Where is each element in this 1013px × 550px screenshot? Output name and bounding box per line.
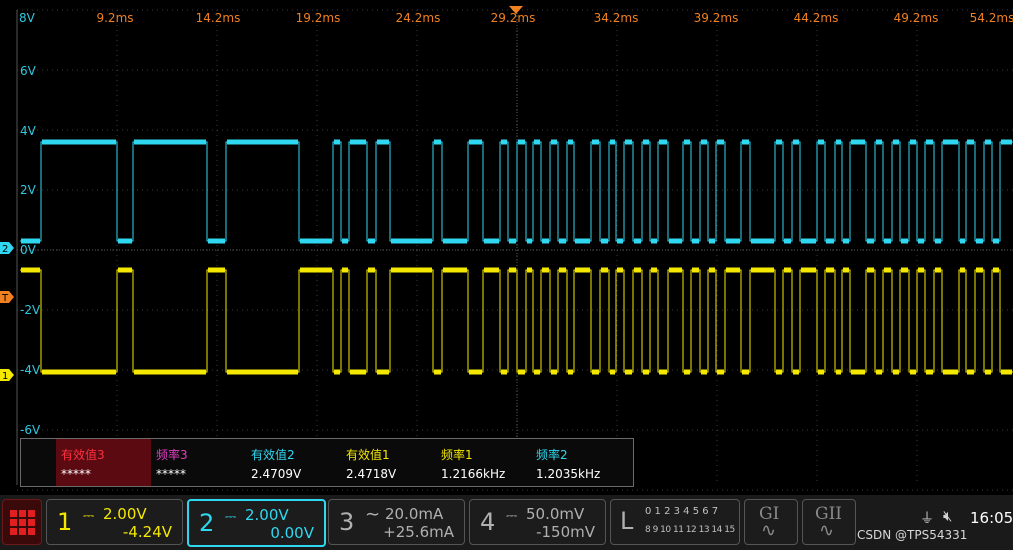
logic-channels-row1: 0 1 2 3 4 5 6 7 xyxy=(645,506,719,517)
channel-scale: 50.0mV xyxy=(526,505,585,523)
voltage-tick-label: -4V xyxy=(20,363,41,377)
channel-1-box[interactable]: 1 ⎓ 2.00V -4.24V xyxy=(46,499,183,545)
measurement-panel[interactable]: 有效值3 ***** 频率3 ***** 有效值2 2.4709V 有效值1 2… xyxy=(20,438,634,487)
time-tick-label: 54.2ms xyxy=(970,11,1013,25)
mute-icon[interactable]: 🔇︎ xyxy=(943,507,952,525)
channel-offset: -150mV xyxy=(536,523,595,541)
voltage-tick-label: -6V xyxy=(20,423,41,437)
measurement-value: 2.4709V xyxy=(251,467,302,481)
measurement-value: 1.2166kHz xyxy=(441,467,506,481)
channel-scale: 2.00V xyxy=(245,506,289,524)
channel-4-box[interactable]: 4 ⎓ 50.0mV -150mV xyxy=(469,499,606,545)
ch2-waveform xyxy=(20,141,1013,242)
voltage-tick-label: 6V xyxy=(20,64,37,78)
measurement-value: 1.2035kHz xyxy=(536,467,601,481)
logic-analyzer-box[interactable]: L 0 1 2 3 4 5 6 7 8 9 10 11 12 13 14 15 xyxy=(610,499,740,545)
dc-coupling-icon: ⎓ xyxy=(225,509,237,525)
voltage-tick-label: -2V xyxy=(20,303,41,317)
ch1-marker-label: 1 xyxy=(2,371,8,382)
menu-button[interactable] xyxy=(2,499,42,545)
channel-3-box[interactable]: 3 ∼ 20.0mA +25.6mA xyxy=(328,499,465,545)
bottom-control-bar: 1 ⎓ 2.00V -4.24V 2 ⎓ 2.00V 0.00V 3 ∼ 20.… xyxy=(0,495,1013,550)
channel-number: 4 xyxy=(480,508,496,536)
measurement-rms1[interactable]: 有效值1 2.4718V xyxy=(341,439,436,486)
time-tick-label: 44.2ms xyxy=(794,11,839,25)
time-tick-label: 39.2ms xyxy=(694,11,739,25)
measurement-label: 有效值2 xyxy=(251,448,295,462)
measurement-rms2[interactable]: 有效值2 2.4709V xyxy=(246,439,341,486)
sine-wave-icon: ∿ xyxy=(761,520,777,541)
voltage-tick-label: 0V xyxy=(20,243,37,257)
logic-channels-row2: 8 9 10 11 12 13 14 15 xyxy=(645,525,735,535)
channel-scale: 20.0mA xyxy=(385,505,444,523)
sine-wave-icon: ∿ xyxy=(819,520,835,541)
ac-coupling-icon: ∼ xyxy=(365,504,381,525)
voltage-tick-label: 4V xyxy=(20,124,37,138)
logic-label: L xyxy=(620,507,634,535)
channel-offset: -4.24V xyxy=(122,523,172,541)
measurement-label: 有效值1 xyxy=(346,448,390,462)
measurement-label: 频率2 xyxy=(536,448,568,462)
measurement-label: 有效值3 xyxy=(61,448,105,462)
measurement-freq3[interactable]: 频率3 ***** xyxy=(151,439,246,486)
channel-offset: 0.00V xyxy=(270,524,314,542)
ch1-ground-marker[interactable]: 1 xyxy=(0,369,14,382)
time-tick-label: 19.2ms xyxy=(296,11,341,25)
measurement-value: ***** xyxy=(61,467,91,481)
channel-number: 2 xyxy=(199,509,215,537)
time-tick-label: 49.2ms xyxy=(894,11,939,25)
time-tick-label: 14.2ms xyxy=(196,11,241,25)
clock-time: 16:05 xyxy=(970,509,1013,527)
dc-coupling-icon: ⎓ xyxy=(83,508,95,524)
time-tick-label: 9.2ms xyxy=(96,11,133,25)
channel-offset: +25.6mA xyxy=(383,523,454,541)
generator-1-box[interactable]: GI ∿ xyxy=(744,499,798,545)
voltage-tick-label: 2V xyxy=(20,183,37,197)
usb-icon: ⏚ xyxy=(920,511,934,527)
channel-2-box[interactable]: 2 ⎓ 2.00V 0.00V xyxy=(187,499,326,547)
ch2-ground-marker[interactable]: 2 xyxy=(0,242,14,255)
time-tick-label: 29.2ms xyxy=(491,11,536,25)
trigger-marker-label: T xyxy=(1,293,9,304)
measurement-value: 2.4718V xyxy=(346,467,397,481)
channel-scale: 2.00V xyxy=(103,505,147,523)
measurement-freq2[interactable]: 频率2 1.2035kHz xyxy=(531,439,626,486)
grid-menu-icon xyxy=(10,510,35,535)
dc-coupling-icon: ⎓ xyxy=(506,508,518,524)
time-tick-label: 24.2ms xyxy=(396,11,441,25)
trigger-level-marker[interactable]: T xyxy=(0,291,14,304)
ch2-marker-label: 2 xyxy=(2,244,8,255)
generator-2-box[interactable]: GII ∿ xyxy=(802,499,856,545)
waveform-display[interactable]: 9.2ms 14.2ms 19.2ms 24.2ms 29.2ms 34.2ms 39.2m… xyxy=(0,0,1013,495)
graticule xyxy=(16,9,1013,491)
voltage-tick-label: 8V xyxy=(19,11,36,25)
measurement-label: 频率1 xyxy=(441,448,473,462)
ch1-waveform xyxy=(20,269,1013,373)
channel-number: 3 xyxy=(339,508,355,536)
time-tick-label: 34.2ms xyxy=(594,11,639,25)
measurement-freq1[interactable]: 频率1 1.2166kHz xyxy=(436,439,531,486)
channel-number: 1 xyxy=(57,508,73,536)
measurement-rms3[interactable]: 有效值3 ***** xyxy=(56,439,151,486)
watermark-text: CSDN @TPS54331 xyxy=(857,528,968,542)
measurement-value: ***** xyxy=(156,467,186,481)
oscilloscope-screen: 9.2ms 14.2ms 19.2ms 24.2ms 29.2ms 34.2ms 39.2m… xyxy=(0,0,1013,550)
measurement-label: 频率3 xyxy=(156,448,188,462)
